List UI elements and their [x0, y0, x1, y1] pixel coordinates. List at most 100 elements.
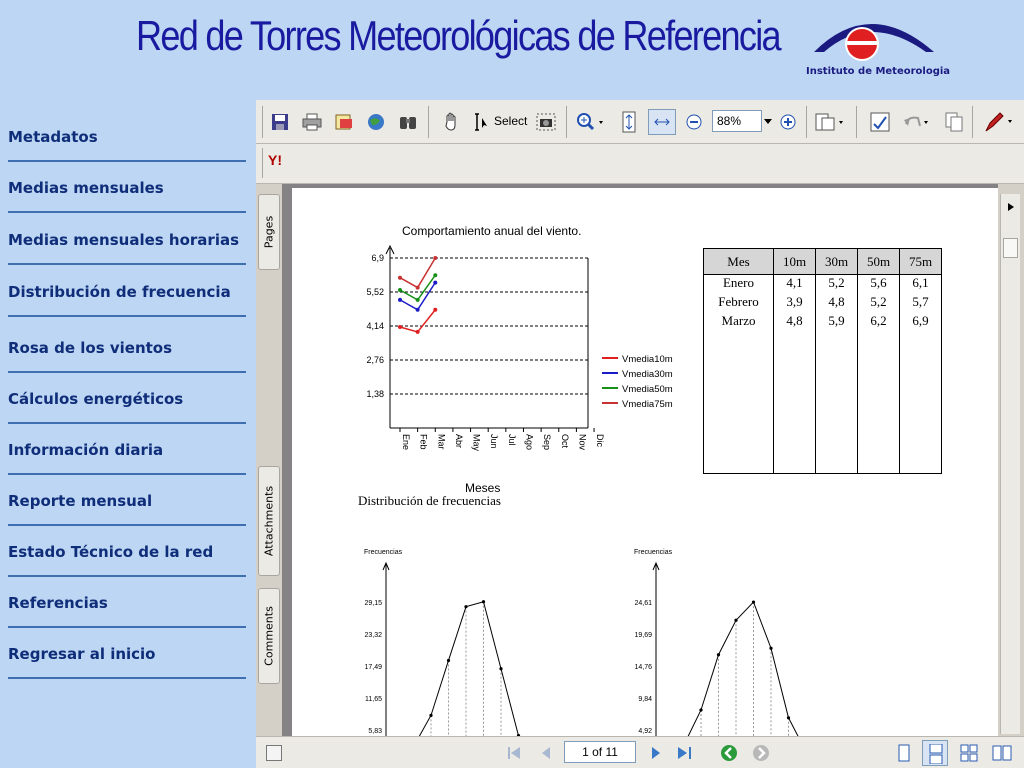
secondary-toolbar: Y! — [256, 144, 1024, 184]
y-tick-label: 24,61 — [634, 600, 652, 607]
nav-regresar-inicio[interactable]: Regresar al inicio — [8, 627, 246, 679]
zoom-icon[interactable] — [574, 110, 608, 134]
tab-label: Attachments — [262, 485, 276, 557]
nav-calculos-energeticos[interactable]: Cálculos energéticos — [8, 372, 246, 424]
zoom-out-icon[interactable] — [684, 110, 704, 134]
nav-medias-mensuales-horarias[interactable]: Medias mensuales horarias — [8, 213, 246, 265]
find-icon[interactable] — [396, 110, 420, 134]
save-icon[interactable] — [268, 110, 292, 134]
data-point — [398, 275, 402, 280]
fit-width-icon[interactable] — [648, 109, 676, 135]
y-tick-label: 2,76 — [366, 355, 384, 365]
freq-point — [716, 653, 721, 657]
nav-label: Distribución de frecuencia — [8, 283, 231, 301]
yahoo-icon[interactable]: Y! — [268, 152, 282, 168]
table-cell: 6,9 — [899, 312, 942, 332]
undo-icon[interactable] — [900, 110, 934, 134]
table-cell: 4,8 — [773, 312, 816, 332]
main-toolbar: Select 88% — [256, 100, 1024, 144]
tab-attachments[interactable]: Attachments — [258, 466, 280, 576]
zoom-in-icon[interactable] — [778, 110, 798, 134]
x-tick-label: Ago — [524, 434, 534, 450]
y-tick-label: 9,84 — [638, 696, 652, 703]
web-icon[interactable] — [364, 110, 388, 134]
y-tick-label: 5,52 — [366, 287, 384, 297]
first-page-icon[interactable] — [506, 745, 522, 761]
freq-point — [446, 658, 451, 663]
last-page-icon[interactable] — [676, 745, 694, 761]
nav-label: Cálculos energéticos — [8, 390, 184, 408]
data-point — [415, 307, 420, 312]
site-title: Red de Torres Meteorológicas de Referenc… — [136, 12, 782, 59]
nav-informacion-diaria[interactable]: Información diaria — [8, 423, 246, 475]
nav-rosa-vientos[interactable]: Rosa de los vientos — [8, 321, 246, 373]
two-page-view-icon[interactable] — [992, 744, 1012, 762]
collapse-icon[interactable] — [266, 745, 282, 761]
nav-referencias[interactable]: Referencias — [8, 576, 246, 628]
table-cell: 4,8 — [815, 293, 858, 313]
scroll-thumb[interactable] — [1003, 238, 1018, 258]
go-back-icon[interactable] — [720, 744, 738, 762]
data-point — [415, 285, 420, 290]
rotate-icon[interactable] — [812, 110, 848, 134]
nav-label: Medias mensuales — [8, 179, 164, 197]
nav-reporte-mensual[interactable]: Reporte mensual — [8, 474, 246, 526]
table-row: Febrero 3,9 4,8 5,2 5,7 — [704, 293, 942, 313]
table-cell: 5,9 — [815, 312, 858, 332]
nav-label: Referencias — [8, 594, 108, 612]
page-number-field[interactable]: 1 of 11 — [564, 741, 636, 763]
fit-page-icon[interactable] — [618, 110, 640, 134]
legend-label: Vmedia10m — [622, 354, 673, 365]
freq-point — [481, 600, 486, 604]
table-header: 10m — [773, 248, 816, 275]
nav-medias-mensuales[interactable]: Medias mensuales — [8, 161, 246, 213]
table-cell: 5,7 — [899, 293, 942, 313]
spellcheck-icon[interactable] — [868, 110, 892, 134]
data-point — [398, 324, 402, 329]
freq-ylabel-1: Frecuencias — [364, 549, 403, 556]
nav-label: Metadatos — [8, 128, 98, 146]
data-point — [433, 307, 438, 312]
nav-label: Estado Técnico de la red — [8, 543, 214, 561]
x-tick-label: Abr — [454, 434, 464, 448]
y-tick-label: 14,76 — [634, 664, 652, 671]
nav-estado-tecnico[interactable]: Estado Técnico de la red — [8, 525, 246, 577]
freq-point — [734, 618, 738, 622]
table-cell: 3,9 — [773, 293, 816, 313]
select-label[interactable]: Select — [494, 114, 527, 128]
nav-distribucion-frecuencia[interactable]: Distribución de frecuencia — [8, 265, 246, 317]
y-tick-label: 11,65 — [365, 696, 382, 703]
nav-metadatos[interactable]: Metadatos — [8, 110, 246, 162]
previous-page-icon[interactable] — [538, 745, 554, 761]
copy-icon[interactable] — [942, 110, 966, 134]
print-icon[interactable] — [300, 110, 324, 134]
tab-pages[interactable]: Pages — [258, 194, 280, 270]
table-header: 50m — [857, 248, 900, 275]
go-forward-icon[interactable] — [752, 744, 770, 762]
chart-title: Comportamiento anual del viento. — [402, 224, 582, 238]
continuous-view-button[interactable] — [922, 740, 948, 766]
y-tick-label: 4,14 — [366, 321, 384, 331]
hand-icon[interactable] — [440, 110, 464, 134]
data-point — [398, 297, 402, 302]
site-header: Red de Torres Meteorológicas de Referenc… — [0, 0, 1024, 100]
facing-view-icon[interactable] — [960, 744, 978, 762]
select-cursor-icon[interactable] — [470, 110, 492, 134]
snapshot-icon[interactable] — [534, 110, 558, 134]
data-point — [433, 273, 438, 278]
tab-comments[interactable]: Comments — [258, 588, 280, 684]
zoom-dropdown-icon[interactable] — [762, 110, 774, 134]
x-tick-label: Sep — [542, 434, 552, 450]
table-header-row: Mes 10m 30m 50m 75m — [703, 248, 942, 275]
table-row: Enero 4,1 5,2 5,6 6,1 — [704, 274, 942, 294]
pen-icon[interactable] — [980, 110, 1016, 134]
email-icon[interactable] — [332, 110, 356, 134]
table-cell: 5,6 — [857, 274, 900, 294]
zoom-field[interactable]: 88% — [712, 110, 762, 132]
scroll-right-arrow-icon[interactable] — [1006, 202, 1016, 212]
table-cell: 5,2 — [857, 293, 900, 313]
vertical-scrollbar[interactable] — [1000, 194, 1020, 734]
single-page-icon[interactable] — [896, 744, 912, 762]
y-tick-label: 5,83 — [368, 728, 382, 735]
next-page-icon[interactable] — [648, 745, 664, 761]
